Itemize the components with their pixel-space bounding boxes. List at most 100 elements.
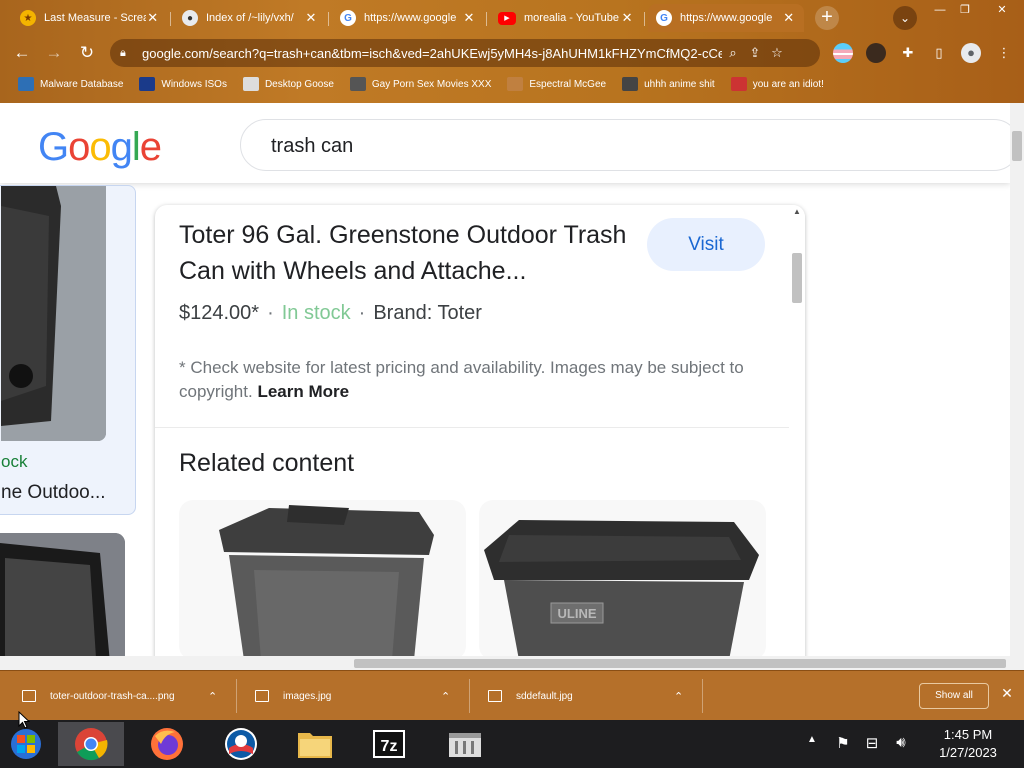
taskbar: 7z ▲ ⚑ ⊟ 🔊︎ 1:45 PM 1/27/2023: [0, 720, 1024, 768]
stock-status: ock: [1, 452, 28, 471]
result-title[interactable]: ne Outdoo...: [1, 482, 106, 504]
tab-index-of[interactable]: ● Index of /~lily/vxh/ ✕: [174, 4, 326, 32]
image-result-card[interactable]: ock ne Outdoo...: [0, 185, 136, 515]
show-all-button[interactable]: Show all: [919, 683, 989, 709]
search-input[interactable]: trash can: [240, 119, 1020, 171]
trash-can-lid-image: [0, 533, 125, 663]
uline-logo: ULINE: [558, 606, 597, 621]
google-logo[interactable]: Google: [38, 125, 162, 170]
flag-icon[interactable]: ⚑: [832, 734, 854, 752]
start-orb-icon: [11, 729, 41, 759]
chrome-icon: [75, 728, 108, 761]
url-text[interactable]: google.com/search?q=trash+can&tbm=isch&v…: [142, 46, 722, 61]
bookmark-malware-database[interactable]: Malware Database: [18, 77, 123, 91]
tab-google-active[interactable]: G https://www.google ✕: [648, 4, 804, 32]
lock-icon[interactable]: 🔒︎: [120, 47, 134, 60]
site-icon: [730, 77, 747, 91]
window-close-button[interactable]: ✕: [990, 2, 1014, 18]
vertical-scrollbar[interactable]: [1010, 103, 1024, 670]
chevron-up-icon[interactable]: ⌃: [208, 690, 217, 703]
taskbar-explorer[interactable]: [282, 722, 348, 766]
tab-search-button[interactable]: ⌄: [893, 6, 917, 30]
tab-google-1[interactable]: G https://www.google ✕: [332, 4, 484, 32]
close-icon[interactable]: ✕: [998, 685, 1016, 702]
learn-more-link[interactable]: Learn More: [257, 382, 349, 401]
horizontal-scroll-thumb[interactable]: [354, 659, 1006, 668]
pricing-note: * Check website for latest pricing and a…: [179, 358, 744, 401]
google-icon: G: [656, 10, 672, 26]
bookmark-gay-porn-sex-movies[interactable]: Gay Porn Sex Movies XXX: [349, 77, 491, 91]
close-icon[interactable]: ✕: [146, 10, 161, 26]
close-icon[interactable]: ✕: [304, 10, 318, 26]
taskbar-obama[interactable]: [208, 722, 274, 766]
product-detail-panel: Toter 96 Gal. Greenstone Outdoor Trash C…: [155, 205, 805, 670]
bookmark-espectral-mcgee[interactable]: Espectral McGee: [507, 77, 606, 91]
close-icon[interactable]: ✕: [620, 10, 634, 26]
bookmark-star-icon[interactable]: ☆: [766, 45, 788, 61]
bookmark-windows-isos[interactable]: Windows ISOs: [139, 77, 227, 91]
chevron-up-icon[interactable]: ⌃: [441, 690, 450, 703]
download-item-1[interactable]: toter-outdoor-trash-ca....png ⌃: [22, 671, 232, 721]
result-image-2[interactable]: [0, 533, 125, 663]
minimize-button[interactable]: —: [928, 2, 952, 18]
site-icon: [349, 77, 366, 91]
product-brand: Brand: Toter: [373, 302, 482, 324]
new-tab-button[interactable]: +: [815, 6, 839, 30]
result-image[interactable]: [1, 186, 106, 441]
chevron-up-icon[interactable]: ⌃: [674, 690, 683, 703]
image-file-icon: [488, 690, 502, 702]
visit-button[interactable]: Visit: [647, 218, 765, 271]
star-icon: ★: [20, 10, 36, 26]
share-icon[interactable]: ⇪: [744, 45, 766, 61]
product-title[interactable]: Toter 96 Gal. Greenstone Outdoor Trash C…: [179, 217, 639, 289]
taskbar-app[interactable]: [432, 722, 498, 766]
related-item-1[interactable]: [179, 500, 466, 660]
site-icon: [507, 77, 524, 91]
close-icon[interactable]: ✕: [782, 10, 797, 26]
tab-last-measure[interactable]: ★ Last Measure - Screa ✕: [12, 4, 168, 32]
download-item-3[interactable]: sddefault.jpg ⌃: [488, 671, 698, 721]
date: 1/27/2023: [939, 745, 997, 760]
tab-youtube[interactable]: ▶ morealia - YouTube ✕: [490, 4, 642, 32]
panel-scrollbar[interactable]: ▲ ▼: [789, 205, 805, 670]
search-query[interactable]: trash can: [271, 135, 353, 158]
zoom-icon[interactable]: ⌕: [722, 45, 744, 61]
horizontal-scrollbar[interactable]: [0, 656, 1010, 670]
scroll-up-arrow[interactable]: ▲: [792, 207, 802, 216]
network-icon[interactable]: ⊟: [861, 734, 883, 752]
download-item-2[interactable]: images.jpg ⌃: [255, 671, 465, 721]
taskbar-7zip[interactable]: 7z: [356, 722, 422, 766]
app-window-icon: [449, 733, 481, 757]
extensions-puzzle-icon[interactable]: ✚: [898, 43, 918, 63]
taskbar-chrome[interactable]: [58, 722, 124, 766]
side-panel-icon[interactable]: ▯: [929, 43, 949, 63]
tab-label: Last Measure - Screa: [44, 12, 146, 24]
back-button[interactable]: ←: [10, 41, 34, 65]
folder-icon: [298, 733, 332, 758]
image-file-icon: [22, 690, 36, 702]
clock[interactable]: 1:45 PM 1/27/2023: [928, 726, 1008, 762]
reload-button[interactable]: ↻: [75, 41, 99, 65]
site-icon: [622, 77, 639, 91]
address-bar[interactable]: 🔒︎ google.com/search?q=trash+can&tbm=isc…: [110, 39, 820, 67]
taskbar-firefox[interactable]: [134, 722, 200, 766]
related-item-2[interactable]: ULINE: [479, 500, 766, 660]
bookmark-you-are-an-idiot[interactable]: you are an idiot!: [730, 77, 824, 91]
restore-button[interactable]: ❐: [953, 2, 977, 18]
forward-button[interactable]: →: [42, 41, 66, 65]
extension-flag-icon[interactable]: [833, 43, 853, 63]
trash-can-image: [1, 186, 106, 441]
time: 1:45 PM: [943, 727, 993, 742]
menu-icon[interactable]: ⋮: [994, 43, 1014, 63]
profile-icon[interactable]: ●: [961, 43, 981, 63]
panel-scroll-thumb[interactable]: [792, 253, 802, 303]
show-hidden-icons[interactable]: ▲: [801, 734, 823, 745]
vertical-scroll-thumb[interactable]: [1012, 131, 1022, 161]
close-icon[interactable]: ✕: [462, 10, 476, 26]
bookmark-anime[interactable]: uhhh anime shit: [622, 77, 715, 91]
bookmark-desktop-goose[interactable]: Desktop Goose: [242, 77, 334, 91]
tab-label: https://www.google: [364, 12, 457, 24]
volume-icon[interactable]: 🔊︎: [890, 734, 912, 751]
browser-chrome: ★ Last Measure - Screa ✕ ● Index of /~li…: [0, 0, 1024, 103]
extension-avatar-icon[interactable]: [866, 43, 886, 63]
